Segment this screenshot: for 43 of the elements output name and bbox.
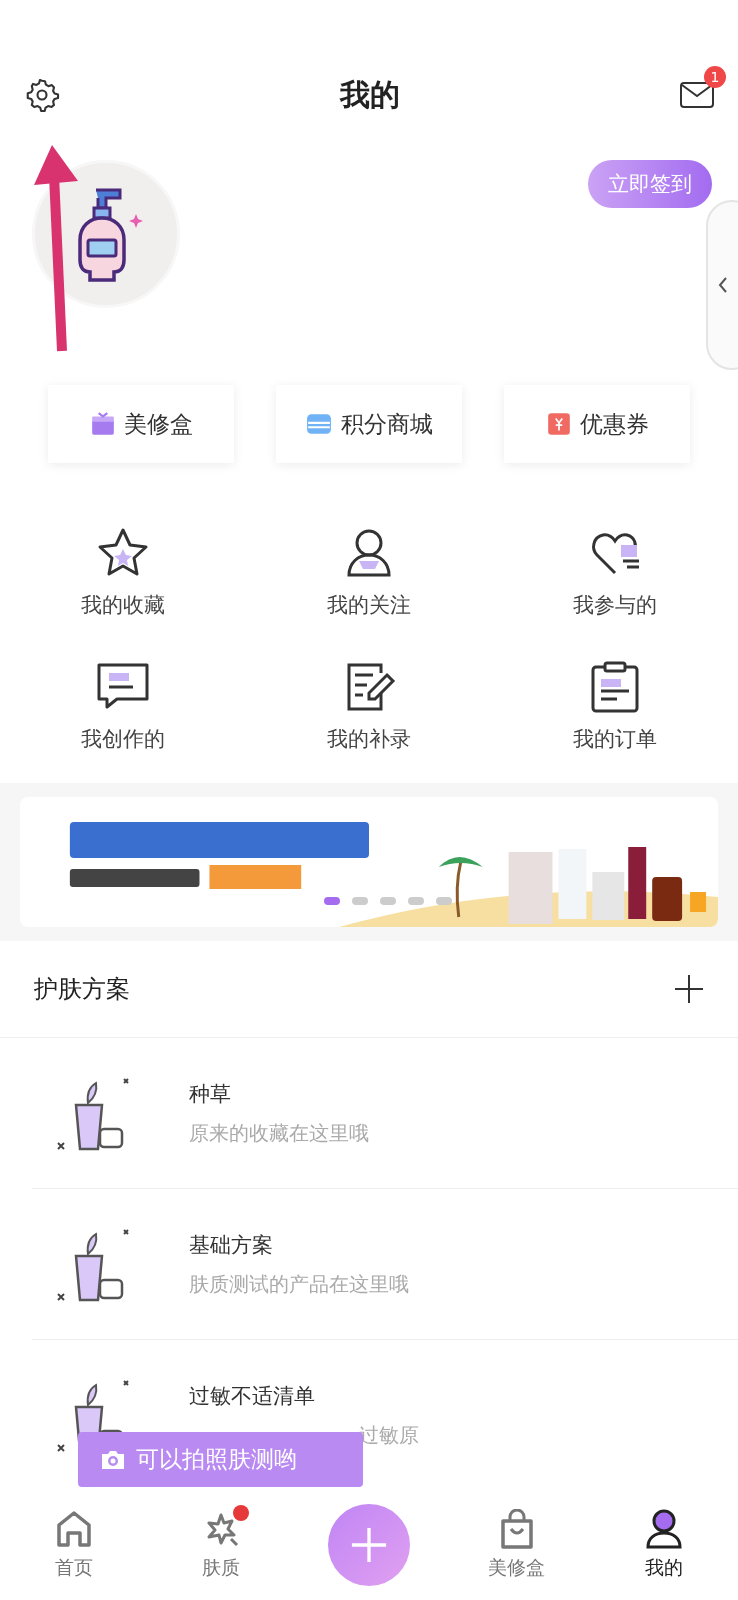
page-title: 我的 xyxy=(340,75,400,114)
plan-title: 基础方案 xyxy=(189,1231,274,1259)
nav-tab[interactable]: 肤质 xyxy=(147,1509,296,1581)
plus-icon[interactable] xyxy=(674,974,704,1004)
chevron-left-icon xyxy=(718,276,728,294)
menu-label: 我创作的 xyxy=(81,726,165,753)
nav-tab[interactable]: 我的 xyxy=(590,1509,738,1581)
shortcut-card[interactable]: 积分商城 xyxy=(276,385,462,463)
menu-item[interactable]: 我的关注 xyxy=(246,525,492,619)
notification-badge: 1 xyxy=(704,66,726,88)
menu-item[interactable]: 我参与的 xyxy=(492,525,738,619)
shortcut-label: 积分商城 xyxy=(341,409,433,439)
plan-item[interactable]: 基础方案 肤质测试的产品在这里哦 xyxy=(32,1189,738,1340)
shortcut-card[interactable]: 美修盒 xyxy=(48,385,234,463)
plan-item[interactable]: 种草 原来的收藏在这里哦 xyxy=(32,1038,738,1189)
gift-icon xyxy=(89,411,116,437)
person-icon xyxy=(644,1509,685,1549)
shortcut-card[interactable]: 优惠券 xyxy=(504,385,690,463)
mail-icon[interactable] xyxy=(680,82,714,108)
menu-label: 我的订单 xyxy=(573,726,657,753)
coupon-icon xyxy=(545,411,572,437)
section-title: 护肤方案 xyxy=(34,974,130,1005)
plan-title: 种草 xyxy=(189,1080,232,1108)
tooltip-text: 可以拍照肤测哟 xyxy=(136,1445,297,1474)
menu-label: 我的收藏 xyxy=(81,592,165,619)
shortcut-label: 美修盒 xyxy=(123,409,193,439)
shortcut-label: 优惠券 xyxy=(579,409,649,439)
menu-item[interactable]: 我创作的 xyxy=(0,659,246,753)
menu-item[interactable]: 我的补录 xyxy=(246,659,492,753)
menu-label: 我的关注 xyxy=(327,592,411,619)
plan-title: 过敏不适清单 xyxy=(189,1382,316,1410)
camera-icon xyxy=(100,1448,126,1471)
menu-item[interactable]: 我的订单 xyxy=(492,659,738,753)
plan-subtitle: 肤质测试的产品在这里哦 xyxy=(189,1270,409,1298)
plan-subtitle: 原来的收藏在这里哦 xyxy=(189,1119,369,1147)
menu-item[interactable]: 我的收藏 xyxy=(0,525,246,619)
menu-label: 我参与的 xyxy=(573,592,657,619)
store-icon xyxy=(305,411,333,437)
plus-icon xyxy=(350,1526,388,1564)
nav-tab[interactable]: 首页 xyxy=(0,1509,148,1581)
nav-tab[interactable]: 美修盒 xyxy=(442,1509,591,1581)
menu-label: 我的补录 xyxy=(327,726,411,753)
settings-icon[interactable] xyxy=(24,77,60,113)
